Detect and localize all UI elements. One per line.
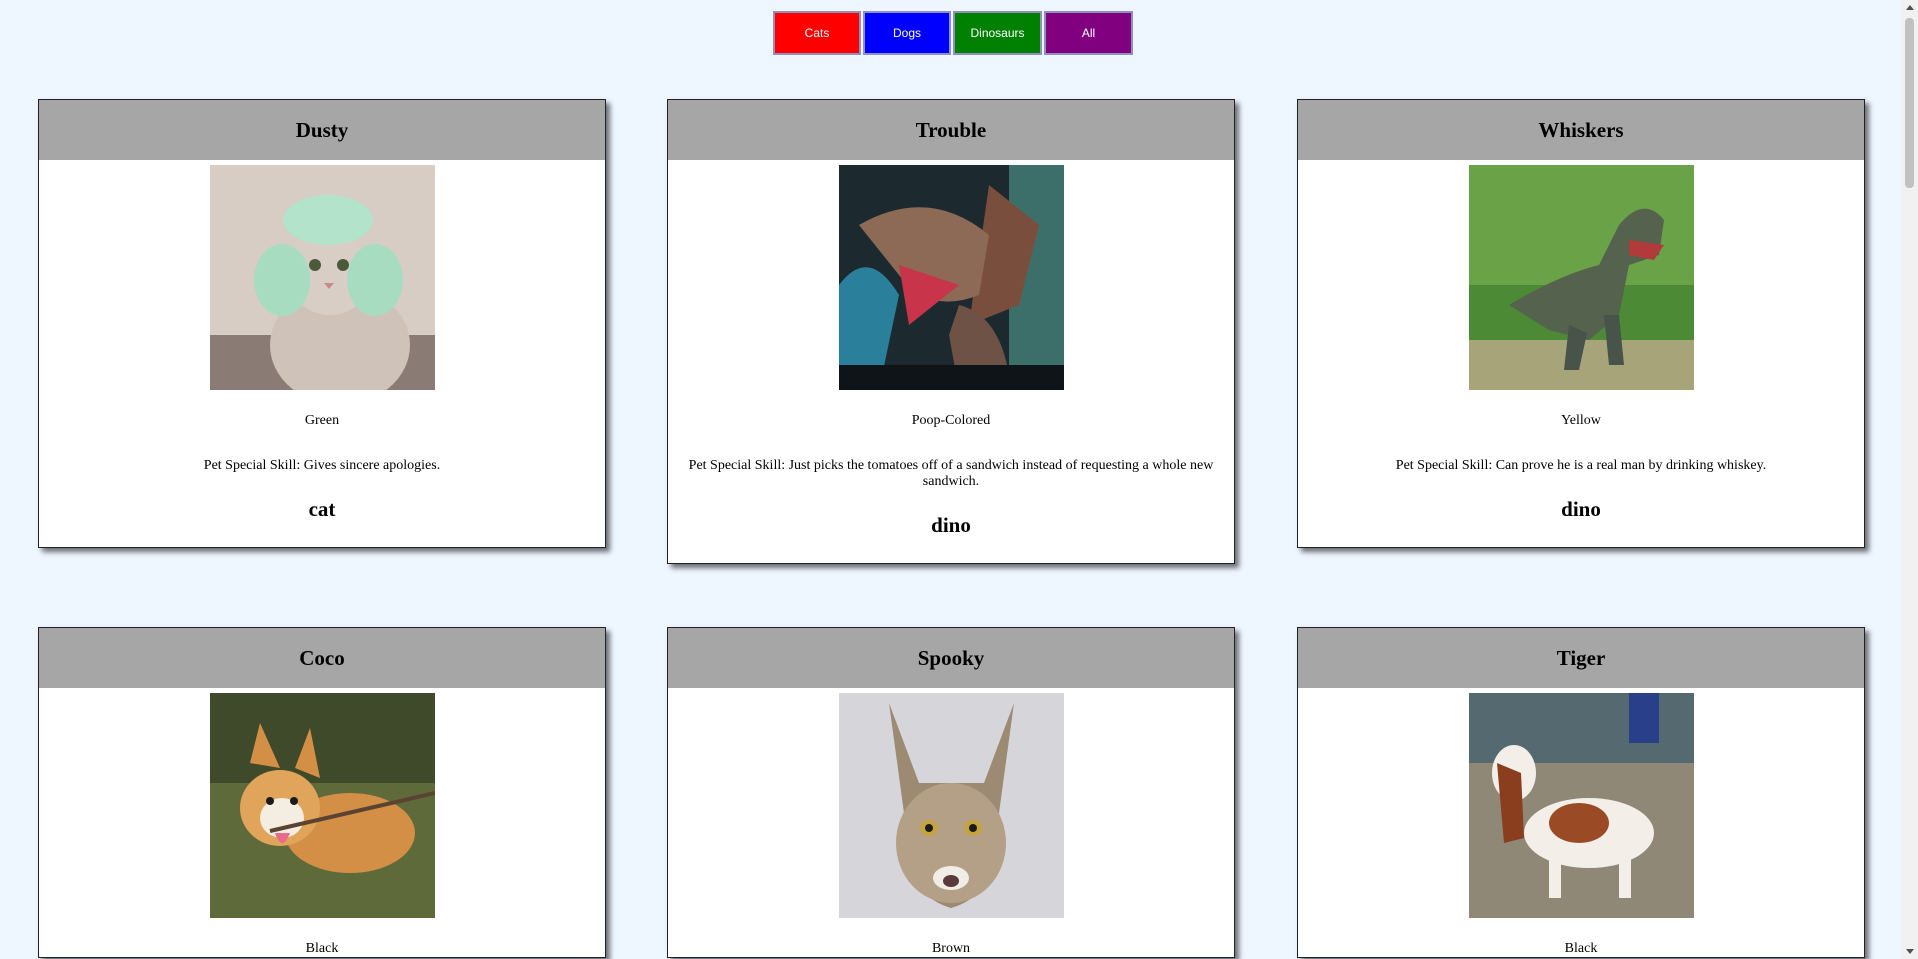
pet-name: Trouble — [668, 100, 1234, 160]
pet-skill: Pet Special Skill: Gives sincere apologi… — [203, 458, 441, 473]
pet-photo — [1468, 693, 1694, 918]
pet-color: Black — [305, 941, 339, 956]
pet-name: Dusty — [39, 100, 605, 160]
pet-type: dino — [1561, 497, 1601, 521]
pet-color: Yellow — [1561, 413, 1601, 428]
scroll-down-icon[interactable] — [1906, 949, 1914, 954]
pet-card: Tiger Black — [1297, 627, 1865, 958]
pet-type: cat — [308, 497, 336, 521]
pet-name: Spooky — [668, 628, 1234, 688]
filter-dinosaurs-button[interactable]: Dinosaurs — [953, 11, 1042, 55]
pet-skill: Pet Special Skill: Can prove he is a rea… — [1395, 458, 1767, 473]
filter-dogs-button[interactable]: Dogs — [863, 11, 951, 55]
pet-photo — [209, 693, 435, 918]
pet-color: Brown — [931, 941, 971, 956]
pet-name: Coco — [39, 628, 605, 688]
filter-cats-button[interactable]: Cats — [773, 11, 861, 55]
pet-name: Tiger — [1298, 628, 1864, 688]
pet-type: dino — [931, 513, 971, 537]
vertical-scrollbar[interactable] — [1901, 0, 1918, 959]
pet-photo — [209, 165, 435, 390]
filter-all-button[interactable]: All — [1044, 11, 1133, 55]
filter-bar: Cats Dogs Dinosaurs All — [773, 11, 1133, 55]
pet-color: Black — [1564, 941, 1598, 956]
pet-photo — [1468, 165, 1694, 390]
pet-card: Dusty Green Pet Special Skill: Gives sin… — [38, 99, 606, 548]
pet-card: Coco Black — [38, 627, 606, 958]
pet-card: Spooky Brown — [667, 627, 1235, 958]
pet-card: Whiskers Yellow Pet Special Skill: Can p… — [1297, 99, 1865, 548]
pet-name: Whiskers — [1298, 100, 1864, 160]
scroll-up-icon[interactable] — [1906, 5, 1914, 10]
pet-color: Poop-Colored — [911, 413, 991, 428]
pet-skill: Pet Special Skill: Just picks the tomato… — [688, 458, 1214, 489]
pet-card: Trouble Poop-Colored Pet Special Skill: … — [667, 99, 1235, 564]
pet-photo — [838, 693, 1064, 918]
pet-photo — [838, 165, 1064, 390]
pet-color: Green — [304, 413, 340, 428]
scroll-thumb[interactable] — [1905, 18, 1914, 188]
